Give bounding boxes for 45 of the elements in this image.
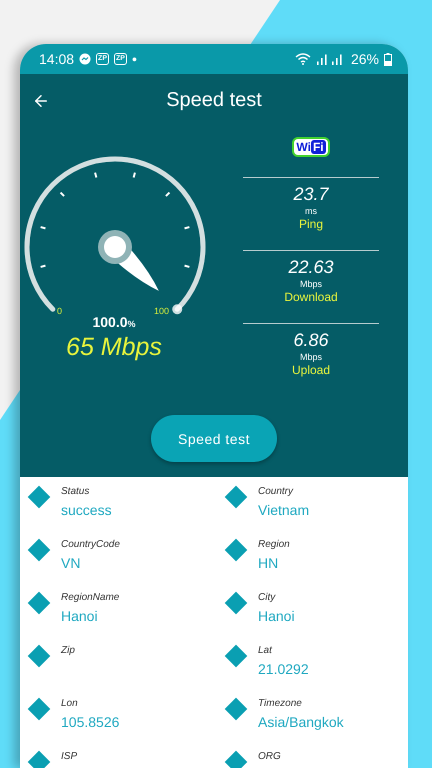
info-label: Status	[61, 486, 90, 497]
stat-unit: Mbps	[300, 279, 322, 289]
info-value: Hanoi	[258, 608, 295, 624]
battery-icon	[384, 52, 392, 66]
stat-unit: ms	[305, 206, 317, 216]
chat-icon	[79, 53, 92, 65]
gauge-end-dot	[172, 304, 182, 314]
info-value: 105.8526	[61, 714, 120, 730]
info-label: Timezone	[258, 698, 303, 709]
stat-label: Download	[284, 290, 338, 304]
info-value: VN	[61, 555, 82, 571]
info-label: CountryCode	[61, 539, 120, 550]
status-dot: •	[132, 51, 137, 67]
info-label: Lat	[258, 645, 274, 656]
gauge-max-label: 100	[154, 306, 170, 316]
info-label: Region	[258, 539, 290, 550]
info-label: Zip	[61, 645, 75, 656]
info-value: Hanoi	[61, 608, 99, 624]
speed-test-button[interactable]: Speed test	[151, 415, 277, 462]
info-value: Asia/Bangkok	[258, 714, 344, 730]
stat-unit: Mbps	[300, 352, 322, 362]
stat-value: 6.86	[293, 330, 329, 351]
wifi-logo: Wi Fi	[292, 137, 330, 157]
status-time: 14:08	[39, 51, 74, 67]
battery-percent: 26%	[350, 51, 379, 67]
screen-title: Speed test	[166, 89, 262, 111]
percent-unit: %	[128, 319, 136, 329]
info-value: 21.0292	[258, 661, 309, 677]
stat-value: 22.63	[288, 257, 334, 278]
progress-percent: 100.0	[92, 314, 128, 330]
current-speed: 65 Mbps	[66, 333, 162, 361]
stat-label: Ping	[298, 217, 324, 231]
info-label: City	[258, 592, 277, 603]
info-label: Lon	[61, 698, 79, 709]
stat-label: Upload	[292, 363, 330, 377]
info-label: ISP	[61, 751, 78, 762]
info-value: success	[61, 502, 112, 518]
wifi-icon	[294, 53, 311, 65]
info-value: HN	[258, 555, 280, 571]
info-label: ORG	[258, 751, 281, 762]
info-label: Country	[258, 486, 294, 497]
stat-value: 23.7	[293, 184, 329, 205]
gauge-min-label: 0	[57, 306, 62, 316]
info-label: RegionName	[61, 592, 120, 603]
info-value: Vietnam	[258, 502, 310, 518]
